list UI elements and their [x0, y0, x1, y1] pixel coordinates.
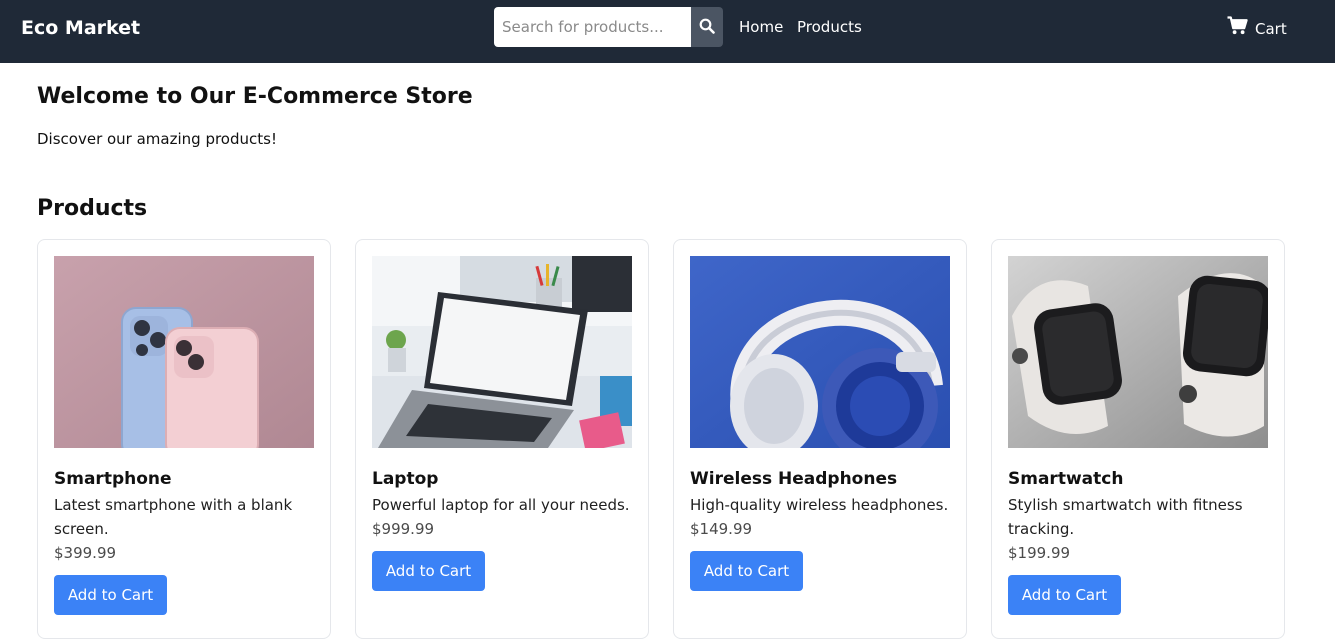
product-details: Stylish smartwatch with fitness tracking… — [1008, 493, 1270, 615]
product-price: $399.99 — [54, 544, 117, 562]
search-bar — [494, 7, 723, 47]
product-card: Smartwatch Stylish smartwatch with fitne… — [991, 239, 1285, 639]
brand-logo[interactable]: Eco Market — [21, 16, 140, 40]
nav-link-home[interactable]: Home — [739, 17, 783, 37]
product-details: Powerful laptop for all your needs. $999… — [372, 493, 634, 591]
product-details: High-quality wireless headphones. $149.9… — [690, 493, 952, 591]
product-description: Stylish smartwatch with fitness tracking… — [1008, 496, 1243, 538]
navbar: Eco Market Home Products Cart — [0, 0, 1335, 63]
search-icon — [699, 18, 715, 37]
product-name: Smartphone — [54, 469, 172, 489]
product-image-headphones — [690, 256, 950, 448]
product-image-smartphone — [54, 256, 314, 448]
product-description: Powerful laptop for all your needs. — [372, 496, 630, 514]
add-to-cart-button[interactable]: Add to Cart — [372, 551, 485, 591]
add-to-cart-button[interactable]: Add to Cart — [1008, 575, 1121, 615]
cart-icon — [1227, 16, 1248, 41]
product-price: $149.99 — [690, 520, 753, 538]
product-card: Wireless Headphones High-quality wireles… — [673, 239, 967, 639]
page-subtitle: Discover our amazing products! — [37, 130, 277, 148]
search-input[interactable] — [494, 7, 691, 47]
add-to-cart-button[interactable]: Add to Cart — [690, 551, 803, 591]
cart-label: Cart — [1255, 19, 1287, 38]
product-image-laptop — [372, 256, 632, 448]
product-details: Latest smartphone with a blank screen. $… — [54, 493, 316, 615]
product-description: Latest smartphone with a blank screen. — [54, 496, 293, 538]
product-price: $999.99 — [372, 520, 435, 538]
add-to-cart-button[interactable]: Add to Cart — [54, 575, 167, 615]
product-card: Laptop Powerful laptop for all your need… — [355, 239, 649, 639]
product-name: Wireless Headphones — [690, 469, 898, 489]
product-image-smartwatch — [1008, 256, 1268, 448]
nav-link-products[interactable]: Products — [797, 17, 862, 37]
search-button[interactable] — [691, 7, 723, 47]
cart-link[interactable]: Cart — [1227, 16, 1287, 41]
product-price: $199.99 — [1008, 544, 1071, 562]
product-name: Laptop — [372, 469, 439, 489]
products-heading: Products — [37, 196, 148, 221]
page-title: Welcome to Our E-Commerce Store — [37, 84, 473, 109]
product-description: High-quality wireless headphones. — [690, 496, 949, 514]
product-name: Smartwatch — [1008, 469, 1124, 489]
product-card: Smartphone Latest smartphone with a blan… — [37, 239, 331, 639]
